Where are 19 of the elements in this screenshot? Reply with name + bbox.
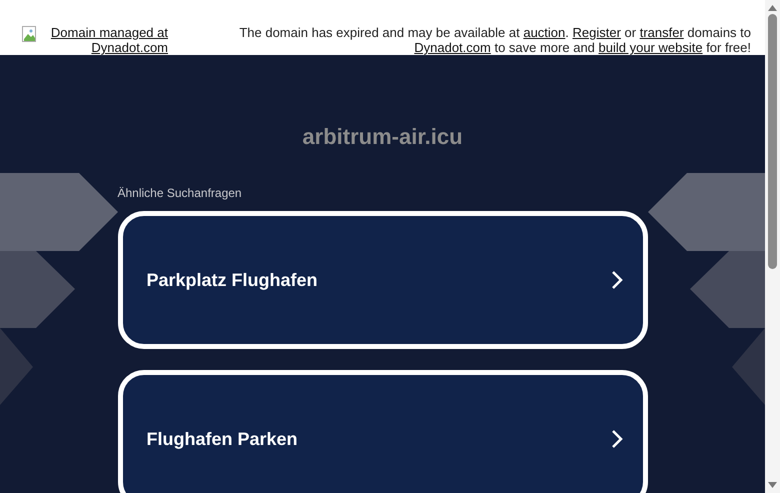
chevron-right-icon xyxy=(610,429,622,449)
notice-link[interactable]: Register xyxy=(572,25,621,40)
search-link-card[interactable]: Flughafen Parken xyxy=(118,370,648,493)
scroll-down-icon[interactable] xyxy=(768,482,777,488)
dynadot-link[interactable]: Domain managed at Dynadot.com xyxy=(44,25,168,55)
broken-image-icon xyxy=(22,26,38,42)
chevron-right-icon xyxy=(610,270,622,290)
notice-link[interactable]: Dynadot.com xyxy=(414,40,491,55)
expiry-notice: The domain has expired and may be available at auction. Register or transfer domains to Dynadot.com to save more and build your website for free! xyxy=(239,25,751,55)
search-link-card[interactable]: Parkplatz Flughafen xyxy=(118,211,648,349)
notice-link[interactable]: auction xyxy=(523,25,566,40)
notice-link[interactable]: transfer xyxy=(640,25,684,40)
search-link-label: Flughafen Parken xyxy=(146,428,298,451)
scrollbar-thumb[interactable] xyxy=(768,14,777,269)
domain-title: arbitrum-air.icu xyxy=(302,123,463,151)
search-link-label: Parkplatz Flughafen xyxy=(146,268,318,292)
notice-link[interactable]: build your website xyxy=(598,40,703,55)
section-label: Ähnliche Suchanfragen xyxy=(118,185,242,201)
scroll-up-icon[interactable] xyxy=(768,5,777,11)
